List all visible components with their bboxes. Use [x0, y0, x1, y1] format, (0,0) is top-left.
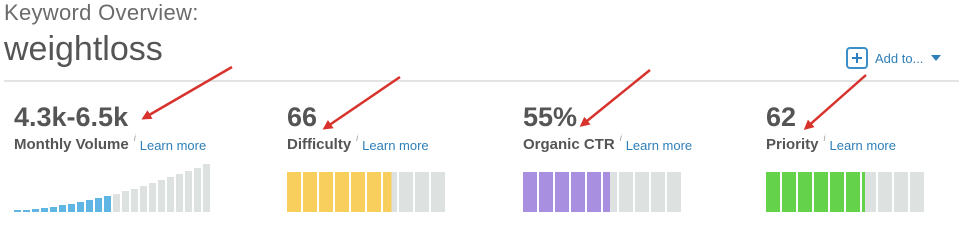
- organic-ctr-segment: [635, 172, 649, 212]
- monthly-volume-value: 4.3k-6.5k: [14, 102, 129, 132]
- volume-bar: [176, 174, 183, 212]
- organic-ctr-segment: [619, 172, 633, 212]
- metric-monthly-volume: 4.3k-6.5k Monthly Volume i Learn more: [14, 100, 206, 157]
- volume-bar: [149, 183, 156, 212]
- volume-bar: [14, 210, 21, 212]
- priority-meter: [766, 172, 926, 212]
- difficulty-segment: [303, 172, 317, 212]
- metric-priority: 62 Priority i Learn more: [766, 100, 896, 157]
- organic-ctr-segment: [555, 172, 569, 212]
- priority-label: Priority: [766, 136, 819, 153]
- learn-more-link-volume[interactable]: Learn more: [140, 135, 206, 157]
- difficulty-segment: [383, 172, 397, 212]
- priority-value: 62: [766, 102, 797, 132]
- info-icon[interactable]: i: [356, 133, 358, 143]
- difficulty-segment: [431, 172, 445, 212]
- keyword-title: weightloss: [4, 30, 163, 68]
- info-icon[interactable]: i: [134, 133, 136, 143]
- priority-segment: [894, 172, 908, 212]
- organic-ctr-segment: [571, 172, 585, 212]
- organic-ctr-segment: [539, 172, 553, 212]
- organic-ctr-segment: [651, 172, 665, 212]
- volume-bar: [86, 200, 93, 212]
- volume-bar: [68, 203, 75, 212]
- add-to-button[interactable]: Add to...: [846, 46, 942, 70]
- monthly-volume-label: Monthly Volume: [14, 136, 129, 153]
- learn-more-link-priority[interactable]: Learn more: [830, 135, 896, 157]
- difficulty-segment: [415, 172, 429, 212]
- volume-bar: [41, 208, 48, 212]
- difficulty-segment: [367, 172, 381, 212]
- volume-bar: [59, 205, 66, 212]
- volume-bar: [113, 193, 120, 212]
- volume-bar: [203, 164, 210, 212]
- difficulty-segment: [319, 172, 333, 212]
- learn-more-link-difficulty[interactable]: Learn more: [362, 135, 428, 157]
- volume-bar: [140, 186, 147, 212]
- difficulty-label: Difficulty: [287, 136, 352, 153]
- volume-bar: [167, 177, 174, 212]
- priority-segment: [910, 172, 924, 212]
- volume-bar: [77, 202, 84, 212]
- plus-icon: [846, 47, 868, 69]
- organic-ctr-segment: [587, 172, 601, 212]
- organic-ctr-value: 55%: [523, 102, 578, 132]
- metric-difficulty: 66 Difficulty i Learn more: [287, 100, 429, 157]
- volume-bar: [32, 208, 39, 212]
- organic-ctr-segment: [667, 172, 681, 212]
- priority-segment: [814, 172, 828, 212]
- priority-segment: [766, 172, 780, 212]
- priority-segment: [830, 172, 844, 212]
- volume-bar: [194, 167, 201, 212]
- learn-more-link-ctr[interactable]: Learn more: [626, 135, 692, 157]
- info-icon[interactable]: i: [620, 133, 622, 143]
- page-subtitle: Keyword Overview:: [4, 0, 199, 25]
- volume-bar: [104, 196, 111, 212]
- volume-bar: [185, 170, 192, 212]
- difficulty-value: 66: [287, 102, 318, 132]
- organic-ctr-segment: [603, 172, 617, 212]
- priority-segment: [862, 172, 876, 212]
- difficulty-segment: [335, 172, 349, 212]
- info-icon[interactable]: i: [824, 133, 826, 143]
- volume-bar: [23, 209, 30, 212]
- header-divider: [4, 80, 959, 82]
- priority-segment: [878, 172, 892, 212]
- volume-bar: [95, 198, 102, 212]
- priority-segment: [846, 172, 860, 212]
- organic-ctr-segment: [523, 172, 537, 212]
- volume-bar: [50, 206, 57, 212]
- difficulty-meter: [287, 172, 447, 212]
- difficulty-segment: [399, 172, 413, 212]
- organic-ctr-label: Organic CTR: [523, 136, 615, 153]
- caret-down-icon: [931, 55, 942, 61]
- difficulty-segment: [287, 172, 301, 212]
- volume-bar: [158, 180, 165, 212]
- priority-segment: [798, 172, 812, 212]
- volume-bar: [122, 191, 129, 212]
- volume-bar: [131, 188, 138, 212]
- volume-trend-bars: [14, 164, 212, 212]
- organic-ctr-meter: [523, 172, 683, 212]
- difficulty-segment: [351, 172, 365, 212]
- metric-organic-ctr: 55% Organic CTR i Learn more: [523, 100, 692, 157]
- priority-segment: [782, 172, 796, 212]
- add-to-label: Add to...: [875, 50, 924, 66]
